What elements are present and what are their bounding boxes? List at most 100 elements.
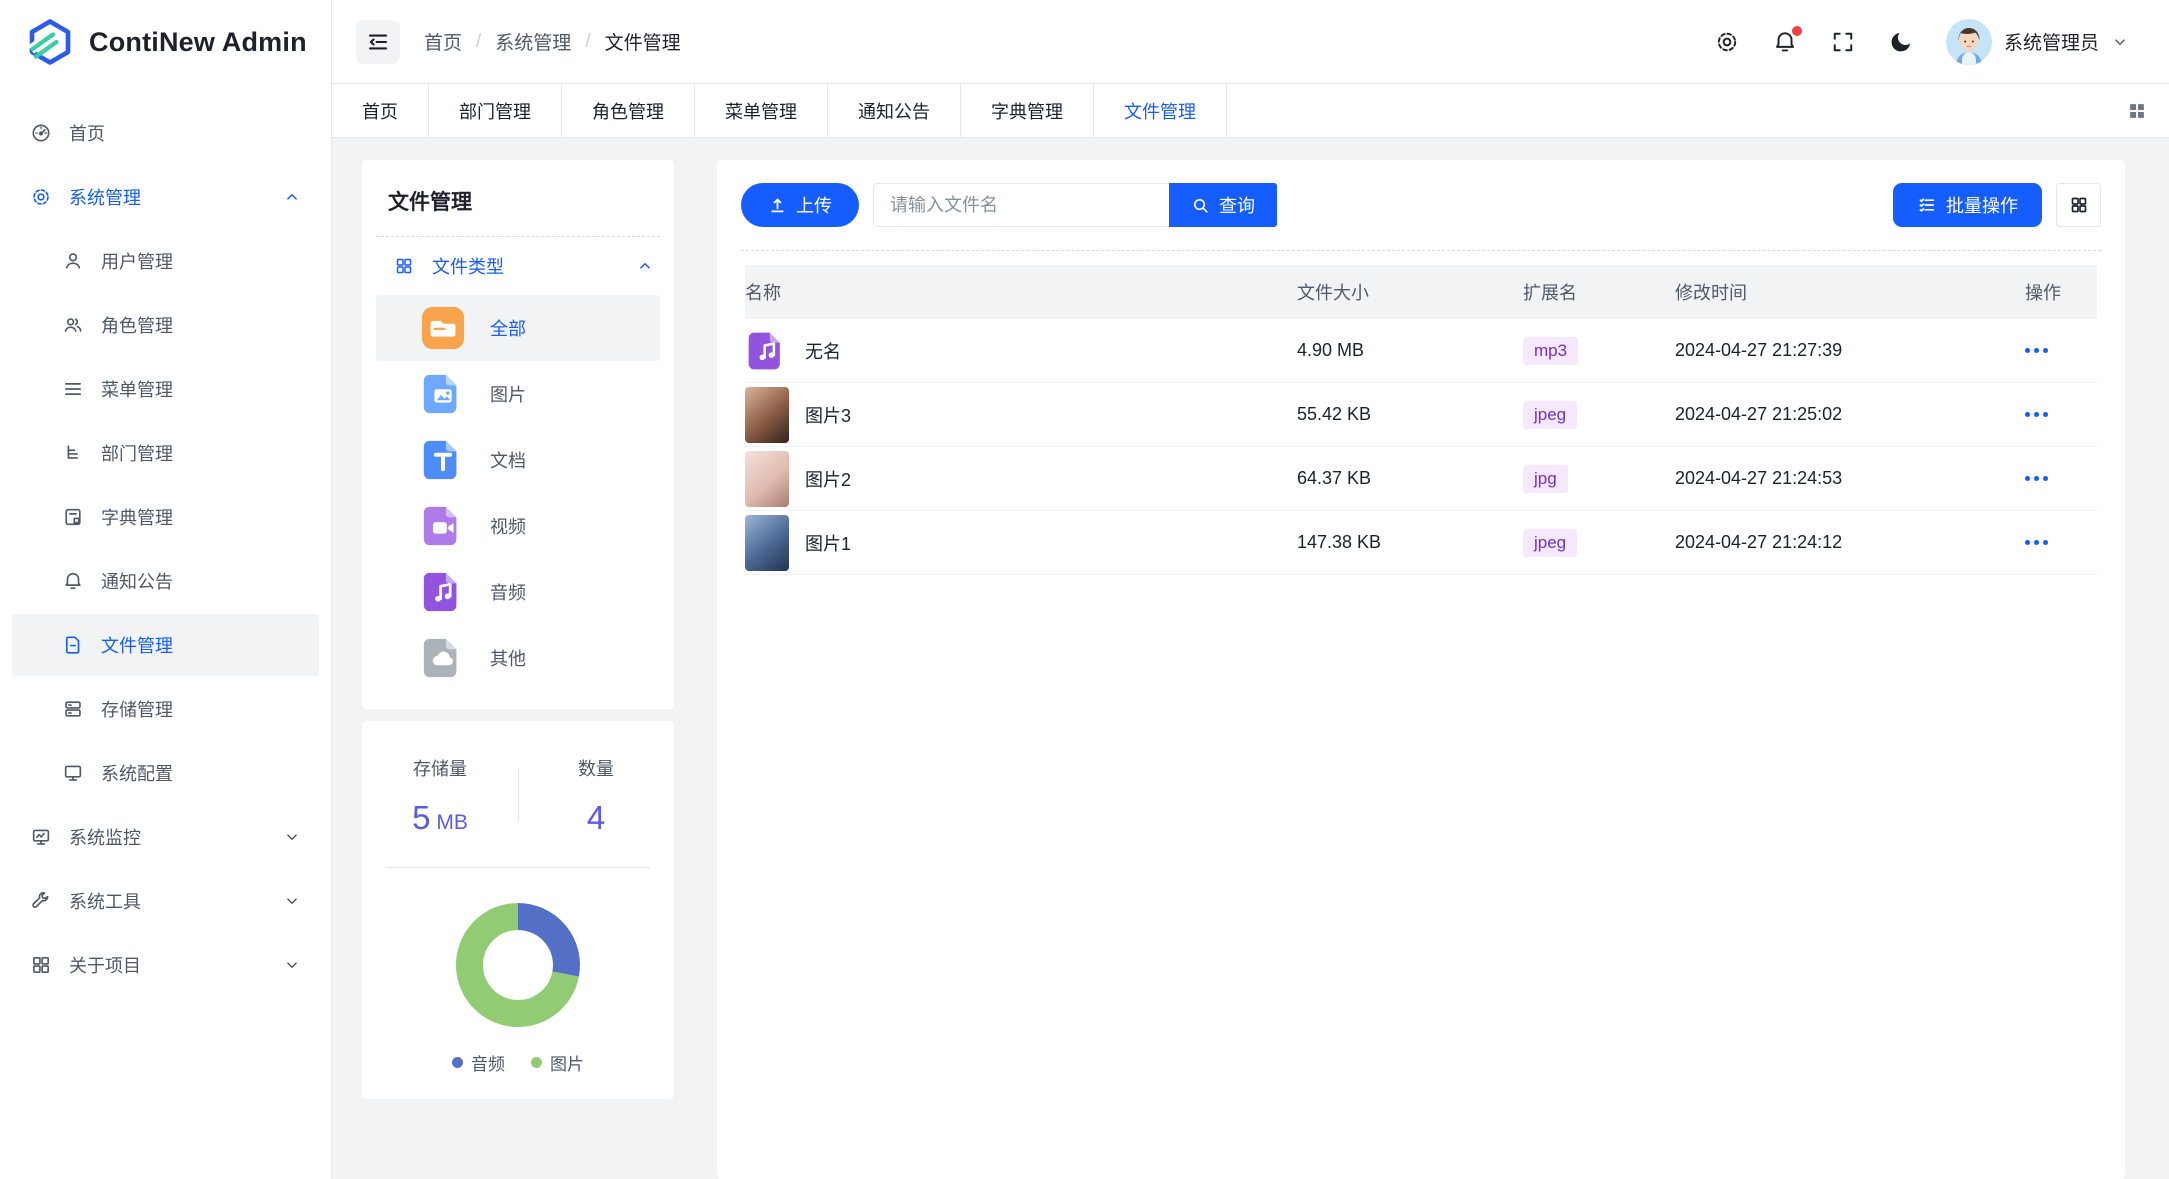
query-label: 查询	[1219, 192, 1255, 218]
topbar: 首页 / 系统管理 / 文件管理	[332, 0, 2169, 84]
file-type-image[interactable]: 图片	[376, 361, 660, 427]
query-button[interactable]: 查询	[1169, 183, 1277, 227]
tab-label: 字典管理	[991, 98, 1063, 124]
gear-icon	[30, 186, 52, 208]
divider	[741, 250, 2101, 251]
search-input[interactable]	[873, 183, 1169, 227]
logo[interactable]: ContiNew Admin	[0, 0, 331, 84]
moon-icon	[1888, 29, 1914, 55]
sidebar-item-label: 首页	[69, 120, 105, 146]
avatar	[1946, 19, 1992, 65]
extension-badge: jpeg	[1523, 401, 1577, 429]
sidebar-item-menu-management[interactable]: 菜单管理	[12, 358, 319, 420]
sidebar-item-notice[interactable]: 通知公告	[12, 550, 319, 612]
wrench-icon	[30, 890, 52, 912]
row-actions-button[interactable]	[2025, 470, 2097, 487]
grid-icon	[30, 954, 52, 976]
grid-icon	[2069, 195, 2089, 215]
fullscreen-button[interactable]	[1830, 29, 1856, 55]
modified-time: 2024-04-27 21:24:53	[1675, 468, 2025, 489]
upload-label: 上传	[796, 192, 832, 218]
file-type-audio[interactable]: 音频	[376, 559, 660, 625]
chevron-down-icon	[283, 828, 301, 846]
table-row[interactable]: 图片2 64.37 KB jpg 2024-04-27 21:24:53	[745, 447, 2097, 511]
app-root: ContiNew Admin 首页 系统管理 用户管理 角色管理	[0, 0, 2169, 1179]
tab-dictionary[interactable]: 字典管理	[961, 84, 1094, 137]
group-label: 文件类型	[432, 253, 504, 279]
tab-department[interactable]: 部门管理	[429, 84, 562, 137]
sidebar-item-system-tools[interactable]: 系统工具	[12, 870, 319, 932]
file-type-video[interactable]: 视频	[376, 493, 660, 559]
tab-bar: 首页 部门管理 角色管理 菜单管理 通知公告 字典管理 文件管理	[332, 84, 2169, 138]
divider	[518, 769, 519, 821]
table-row[interactable]: 图片3 55.42 KB jpeg 2024-04-27 21:25:02	[745, 383, 2097, 447]
legend-item-audio[interactable]: 音频	[452, 1050, 505, 1075]
sidebar-item-home[interactable]: 首页	[12, 102, 319, 164]
tab-label: 首页	[362, 98, 398, 124]
breadcrumb-item-home[interactable]: 首页	[424, 28, 462, 55]
sidebar-item-dictionary-management[interactable]: 字典管理	[12, 486, 319, 548]
upload-button[interactable]: 上传	[741, 183, 859, 227]
upload-icon	[768, 196, 787, 215]
row-actions-button[interactable]	[2025, 342, 2097, 359]
settings-button[interactable]	[1714, 29, 1740, 55]
sidebar-item-role-management[interactable]: 角色管理	[12, 294, 319, 356]
breadcrumb-item-system[interactable]: 系统管理	[495, 28, 571, 55]
tab-role[interactable]: 角色管理	[562, 84, 695, 137]
file-list-panel: 上传 查询 批量操作	[717, 160, 2125, 1179]
table-row[interactable]: 无名 4.90 MB mp3 2024-04-27 21:27:39	[745, 319, 2097, 383]
photo-thumbnail	[745, 451, 789, 507]
storage-unit: MB	[436, 811, 468, 834]
sidebar-item-label: 系统监控	[69, 824, 141, 850]
sidebar-collapse-button[interactable]	[356, 20, 400, 64]
sidebar-item-storage-management[interactable]: 存储管理	[12, 678, 319, 740]
tab-home[interactable]: 首页	[332, 84, 429, 137]
file-type-document[interactable]: 文档	[376, 427, 660, 493]
audio-file-icon	[745, 329, 789, 373]
storage-label: 存储量	[362, 755, 518, 781]
file-size: 64.37 KB	[1297, 468, 1523, 489]
row-actions-button[interactable]	[2025, 406, 2097, 423]
dark-mode-toggle[interactable]	[1888, 29, 1914, 55]
extension-badge: mp3	[1523, 337, 1578, 365]
user-menu[interactable]: 系统管理员	[1946, 19, 2129, 65]
legend-item-image[interactable]: 图片	[531, 1050, 584, 1075]
tab-menu[interactable]: 菜单管理	[695, 84, 828, 137]
file-type-all[interactable]: 全部	[376, 295, 660, 361]
sidebar-item-about-project[interactable]: 关于项目	[12, 934, 319, 996]
file-type-label: 图片	[490, 381, 526, 407]
sidebar-item-system-config[interactable]: 系统配置	[12, 742, 319, 804]
row-actions-button[interactable]	[2025, 534, 2097, 551]
file-type-panel: 文件管理 文件类型 全部	[362, 160, 674, 709]
grid-view-toggle-button[interactable]	[2056, 183, 2101, 227]
count-value: 4	[587, 799, 605, 836]
tab-file-management[interactable]: 文件管理	[1094, 84, 1227, 137]
sidebar-item-file-management[interactable]: 文件管理	[12, 614, 319, 676]
storage-icon	[62, 698, 84, 720]
file-name[interactable]: 图片1	[805, 530, 851, 556]
chevron-down-icon	[2111, 33, 2129, 51]
modified-time: 2024-04-27 21:24:12	[1675, 532, 2025, 553]
sidebar-item-label: 系统工具	[69, 888, 141, 914]
table-header: 名称 文件大小 扩展名 修改时间 操作	[745, 265, 2097, 319]
breadcrumb: 首页 / 系统管理 / 文件管理	[424, 28, 681, 55]
notifications-button[interactable]	[1772, 29, 1798, 55]
tab-list-button[interactable]	[2105, 84, 2169, 137]
sidebar-item-label: 通知公告	[101, 568, 173, 594]
file-name[interactable]: 图片3	[805, 402, 851, 428]
sidebar-item-label: 字典管理	[101, 504, 173, 530]
batch-operations-button[interactable]: 批量操作	[1893, 183, 2042, 227]
donut-chart	[443, 890, 593, 1040]
file-name[interactable]: 无名	[805, 338, 841, 364]
table-row[interactable]: 图片1 147.38 KB jpeg 2024-04-27 21:24:12	[745, 511, 2097, 575]
file-type-other[interactable]: 其他	[376, 625, 660, 691]
tab-notice[interactable]: 通知公告	[828, 84, 961, 137]
sidebar-item-system-management[interactable]: 系统管理	[12, 166, 319, 228]
file-name[interactable]: 图片2	[805, 466, 851, 492]
sidebar-item-user-management[interactable]: 用户管理	[12, 230, 319, 292]
left-column: 文件管理 文件类型 全部	[362, 160, 674, 1179]
file-type-group-toggle[interactable]: 文件类型	[362, 237, 674, 295]
sidebar-item-system-monitor[interactable]: 系统监控	[12, 806, 319, 868]
chart-legend: 音频 图片	[452, 1050, 584, 1075]
sidebar-item-department-management[interactable]: 部门管理	[12, 422, 319, 484]
